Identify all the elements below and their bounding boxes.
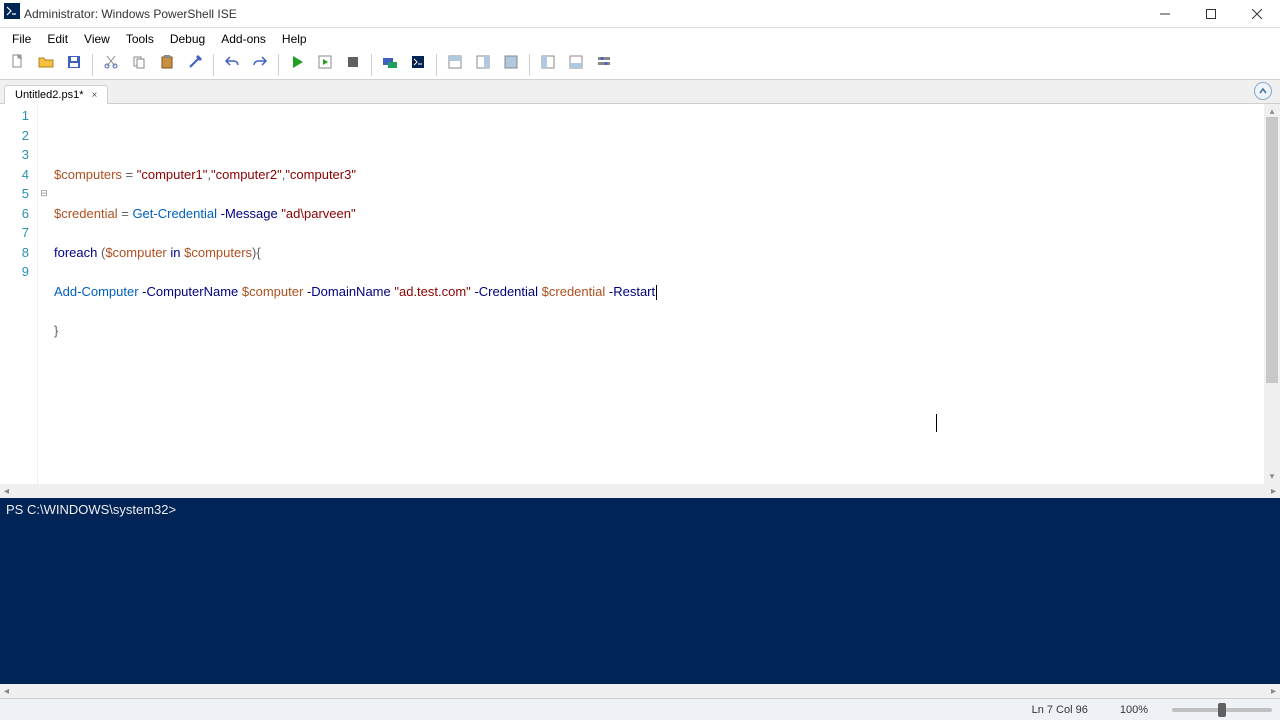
run-script-button[interactable]	[284, 52, 310, 78]
console-horizontal-scrollbar[interactable]: ◂ ▸	[0, 684, 1280, 698]
run-selection-icon	[317, 54, 333, 75]
copy-icon	[131, 54, 147, 75]
start-powershell-icon	[410, 54, 426, 75]
save-button[interactable]	[61, 52, 87, 78]
menu-edit[interactable]: Edit	[39, 30, 76, 48]
status-bar: Ln 7 Col 96 100%	[0, 698, 1280, 720]
minimize-button[interactable]	[1142, 0, 1188, 28]
menu-view[interactable]: View	[76, 30, 118, 48]
scroll-down-icon[interactable]: ▾	[1270, 471, 1275, 482]
copy-button[interactable]	[126, 52, 152, 78]
paste-icon	[159, 54, 175, 75]
line-gutter: 123456789	[0, 104, 38, 484]
menu-help[interactable]: Help	[274, 30, 315, 48]
menu-debug[interactable]: Debug	[162, 30, 213, 48]
paste-button[interactable]	[154, 52, 180, 78]
title-bar: Administrator: Windows PowerShell ISE	[0, 0, 1280, 28]
remote-icon	[382, 54, 398, 75]
open-file-button[interactable]	[33, 52, 59, 78]
remote-button[interactable]	[377, 52, 403, 78]
menu-file[interactable]: File	[4, 30, 39, 48]
scroll-left-icon[interactable]: ◂	[4, 486, 9, 497]
close-button[interactable]	[1234, 0, 1280, 28]
show-script-pane-right-button[interactable]	[470, 52, 496, 78]
script-tab[interactable]: Untitled2.ps1* ×	[4, 85, 108, 104]
save-icon	[66, 54, 82, 75]
console-prompt: PS C:\WINDOWS\system32>	[6, 502, 176, 517]
powershell-ise-icon	[4, 3, 24, 24]
clear-icon	[187, 54, 203, 75]
editor-vertical-scrollbar[interactable]: ▴ ▾	[1264, 104, 1280, 484]
new-file-button[interactable]	[5, 52, 31, 78]
cut-button[interactable]	[98, 52, 124, 78]
console-pane[interactable]: PS C:\WINDOWS\system32>	[0, 498, 1280, 684]
show-command-addon-button[interactable]	[535, 52, 561, 78]
code-area[interactable]: $computers = "computer1","computer2","co…	[50, 104, 1280, 484]
scroll-right-icon[interactable]: ▸	[1271, 686, 1276, 697]
window-title: Administrator: Windows PowerShell ISE	[24, 7, 1142, 21]
zoom-level: 100%	[1112, 704, 1156, 716]
redo-button[interactable]	[247, 52, 273, 78]
show-script-pane-maximized-icon	[503, 54, 519, 75]
show-script-pane-right-icon	[475, 54, 491, 75]
collapse-script-pane-button[interactable]	[1254, 82, 1272, 100]
maximize-button[interactable]	[1188, 0, 1234, 28]
options-button[interactable]	[591, 52, 617, 78]
start-powershell-button[interactable]	[405, 52, 431, 78]
tab-label: Untitled2.ps1*	[15, 89, 84, 101]
undo-icon	[224, 54, 240, 75]
stop-button[interactable]	[340, 52, 366, 78]
zoom-slider[interactable]	[1172, 708, 1272, 712]
undo-button[interactable]	[219, 52, 245, 78]
clear-button[interactable]	[182, 52, 208, 78]
scroll-left-icon[interactable]: ◂	[4, 686, 9, 697]
script-editor[interactable]: 123456789 ⊟ $computers = "computer1","co…	[0, 104, 1280, 484]
show-script-pane-top-icon	[447, 54, 463, 75]
cursor-position: Ln 7 Col 96	[1024, 704, 1096, 716]
scroll-right-icon[interactable]: ▸	[1271, 486, 1276, 497]
new-file-icon	[10, 54, 26, 75]
redo-icon	[252, 54, 268, 75]
show-command-window-icon	[568, 54, 584, 75]
scroll-up-icon[interactable]: ▴	[1270, 106, 1275, 117]
zoom-slider-thumb[interactable]	[1218, 703, 1226, 717]
menu-add-ons[interactable]: Add-ons	[213, 30, 274, 48]
menu-tools[interactable]: Tools	[118, 30, 162, 48]
fold-column[interactable]: ⊟	[38, 104, 50, 484]
tab-close-icon[interactable]: ×	[90, 90, 100, 101]
show-command-window-button[interactable]	[563, 52, 589, 78]
stop-icon	[345, 54, 361, 75]
run-selection-button[interactable]	[312, 52, 338, 78]
options-icon	[596, 54, 612, 75]
editor-horizontal-scrollbar[interactable]: ◂ ▸	[0, 484, 1280, 498]
text-cursor-icon	[936, 414, 937, 432]
script-tab-row: Untitled2.ps1* ×	[0, 80, 1280, 104]
show-command-addon-icon	[540, 54, 556, 75]
open-file-icon	[38, 54, 54, 75]
run-script-icon	[289, 54, 305, 75]
menu-bar: FileEditViewToolsDebugAdd-onsHelp	[0, 28, 1280, 50]
show-script-pane-maximized-button[interactable]	[498, 52, 524, 78]
toolbar	[0, 50, 1280, 80]
cut-icon	[103, 54, 119, 75]
scrollbar-thumb[interactable]	[1266, 117, 1278, 383]
show-script-pane-top-button[interactable]	[442, 52, 468, 78]
